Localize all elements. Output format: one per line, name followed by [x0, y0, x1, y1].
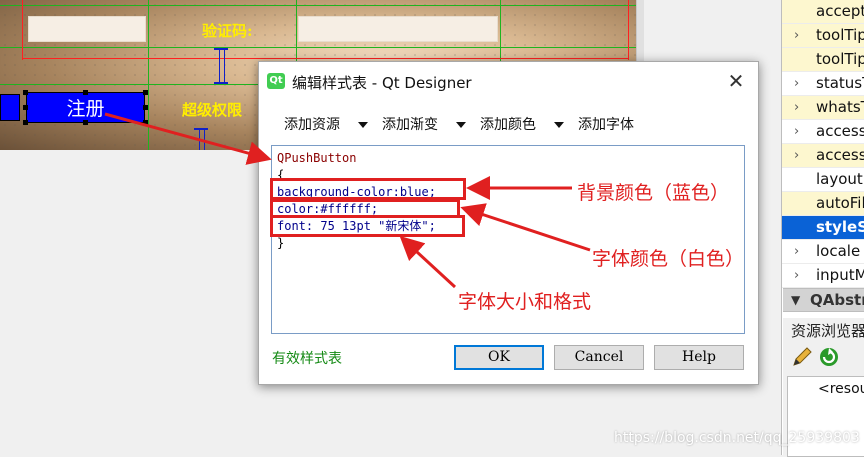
property-name: accessi: [816, 122, 864, 140]
chevron-right-icon[interactable]: ›: [794, 144, 799, 167]
property-name: inputM: [816, 266, 864, 284]
selection-handle[interactable]: [83, 90, 88, 95]
vertical-spacer[interactable]: [194, 128, 208, 150]
property-section-header[interactable]: ▼ QAbstra: [783, 288, 864, 312]
property-name: accessi: [816, 146, 864, 164]
property-row[interactable]: › whatsT: [782, 96, 864, 120]
property-name: layoutD: [816, 170, 864, 188]
selection-handle[interactable]: [143, 120, 148, 125]
chevron-right-icon[interactable]: ›: [794, 240, 799, 263]
property-row[interactable]: › locale: [782, 240, 864, 264]
add-color-button[interactable]: 添加颜色: [480, 113, 536, 137]
chevron-right-icon[interactable]: ›: [794, 96, 799, 119]
layout-line: [0, 5, 636, 6]
property-name: toolTip: [816, 26, 864, 44]
username-field[interactable]: [28, 16, 146, 42]
selection-handle[interactable]: [23, 120, 28, 125]
code-line-selector: QPushButton: [277, 151, 357, 165]
chevron-right-icon[interactable]: ›: [794, 120, 799, 143]
reload-icon[interactable]: [820, 348, 838, 366]
property-name: accept: [816, 2, 864, 20]
property-row[interactable]: › accessi: [782, 120, 864, 144]
property-row[interactable]: › accessi: [782, 144, 864, 168]
help-button[interactable]: Help: [654, 345, 744, 370]
label-superuser: 超级权限: [182, 101, 243, 119]
chevron-right-icon[interactable]: ›: [794, 264, 799, 287]
property-row[interactable]: styleSh: [782, 216, 864, 240]
dialog-titlebar[interactable]: Qt 编辑样式表 - Qt Designer ✕: [259, 62, 758, 100]
property-name: toolTip: [816, 50, 864, 68]
add-gradient-button[interactable]: 添加渐变: [382, 113, 438, 137]
dropdown-arrow-icon[interactable]: [358, 122, 368, 128]
property-name: locale: [816, 242, 861, 260]
property-row[interactable]: autoFil: [782, 192, 864, 216]
add-resource-button[interactable]: 添加资源: [284, 113, 340, 137]
selection-handle[interactable]: [143, 105, 148, 110]
selection-handle[interactable]: [83, 120, 88, 125]
close-button[interactable]: ✕: [722, 67, 750, 95]
property-name: autoFil: [816, 194, 864, 212]
resource-browser-title: 资源浏览器: [791, 322, 864, 340]
cancel-button[interactable]: Cancel: [554, 345, 644, 370]
label-verify: 验证码:: [202, 22, 253, 40]
dropdown-arrow-icon[interactable]: [456, 122, 466, 128]
resource-tree-item[interactable]: <resou: [818, 381, 864, 397]
property-row[interactable]: › toolTip: [782, 24, 864, 48]
register-button[interactable]: 注册: [26, 92, 145, 123]
layout-line: [0, 47, 636, 48]
property-row[interactable]: layoutD: [782, 168, 864, 192]
annotation-font-size-style: 字体大小和格式: [458, 291, 592, 313]
annotation-bg-color: 背景颜色（蓝色）: [577, 182, 730, 204]
chevron-down-icon: ▼: [791, 293, 801, 307]
code-line-close-brace: }: [277, 236, 285, 250]
selection-handle[interactable]: [23, 105, 28, 110]
property-name: whatsT: [816, 98, 864, 116]
property-name: statusT: [816, 74, 864, 92]
property-row[interactable]: toolTip: [782, 48, 864, 72]
layout-border-line: [22, 58, 628, 59]
qt-icon: Qt: [267, 73, 285, 89]
validity-status: 有效样式表: [272, 351, 342, 367]
dialog-title: 编辑样式表 - Qt Designer: [292, 74, 472, 92]
property-row[interactable]: › statusT: [782, 72, 864, 96]
annotation-font-color: 字体颜色（白色）: [592, 248, 745, 270]
watermark: https://blog.csdn.net/qq_25939803: [614, 430, 860, 446]
ok-button[interactable]: OK: [454, 345, 544, 370]
highlight-box-font: [270, 215, 465, 237]
dropdown-arrow-icon[interactable]: [554, 122, 564, 128]
pencil-icon[interactable]: [793, 347, 812, 366]
layout-line: [148, 0, 149, 150]
chevron-right-icon[interactable]: ›: [794, 24, 799, 47]
layout-border-line: [628, 0, 629, 60]
login-button[interactable]: [0, 94, 20, 121]
verify-code-field[interactable]: [298, 16, 498, 42]
property-row[interactable]: accept: [782, 0, 864, 24]
add-font-button[interactable]: 添加字体: [578, 113, 634, 137]
vertical-spacer[interactable]: [214, 48, 228, 84]
property-row[interactable]: › inputM: [782, 264, 864, 288]
selection-handle[interactable]: [143, 90, 148, 95]
layout-border-line: [22, 0, 23, 60]
highlight-box-background: [270, 178, 466, 200]
chevron-right-icon[interactable]: ›: [794, 72, 799, 95]
property-name: styleSh: [816, 218, 864, 236]
selection-handle[interactable]: [23, 90, 28, 95]
